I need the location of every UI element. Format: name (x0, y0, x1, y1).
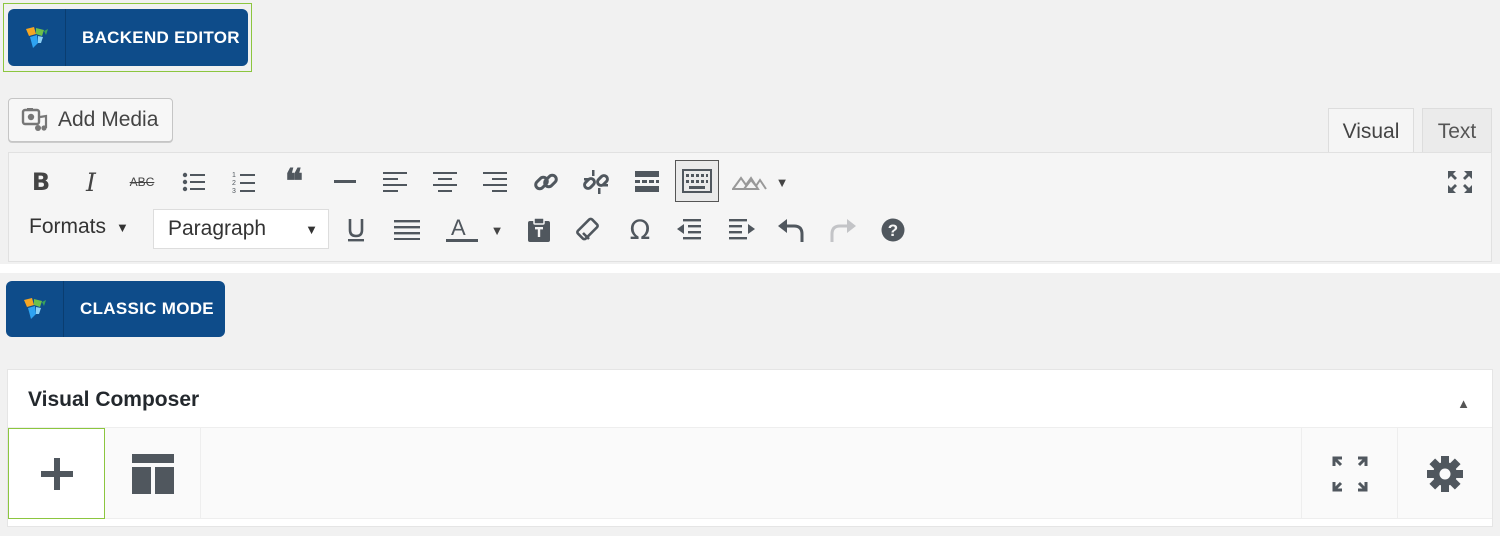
numbered-list-icon[interactable]: 123 (229, 165, 259, 199)
paragraph-value: Paragraph (168, 217, 267, 240)
add-media-button[interactable]: Add Media (8, 98, 173, 142)
formats-dropdown[interactable]: Formats ▼ (29, 215, 129, 239)
redo-icon[interactable] (826, 213, 858, 247)
svg-text:3: 3 (232, 188, 236, 194)
vc-mountain-icon[interactable]: ▼ (729, 165, 791, 199)
plus-icon (40, 457, 73, 490)
media-icon (21, 108, 48, 131)
svg-text:2: 2 (232, 180, 236, 187)
chevron-down-icon: ▼ (116, 219, 129, 235)
templates-icon (131, 453, 174, 494)
settings-button[interactable] (1398, 428, 1492, 519)
section-divider (0, 264, 1500, 273)
underline-icon[interactable] (342, 213, 370, 247)
text-color-icon[interactable]: A ▼ (439, 213, 509, 247)
unlink-icon[interactable] (580, 165, 612, 199)
align-right-icon[interactable] (480, 165, 510, 199)
backend-editor-button[interactable]: BACKEND EDITOR (8, 9, 248, 66)
help-icon[interactable]: ? (878, 213, 908, 247)
align-left-icon[interactable] (380, 165, 410, 199)
classic-mode-button[interactable]: CLASSIC MODE (6, 281, 225, 337)
align-center-icon[interactable] (430, 165, 460, 199)
visual-composer-panel: Visual Composer ▲ (7, 369, 1493, 527)
strikethrough-icon[interactable]: ABC (125, 165, 159, 199)
link-icon[interactable] (530, 165, 562, 199)
svg-text:A: A (451, 216, 466, 240)
svg-text:1: 1 (232, 172, 236, 179)
vc-logo-icon (6, 281, 64, 337)
horizontal-line-icon[interactable] (331, 165, 359, 199)
bold-icon[interactable]: B (27, 165, 55, 199)
templates-button[interactable] (105, 428, 201, 519)
indent-icon[interactable] (727, 213, 757, 247)
vc-navbar (8, 427, 1492, 519)
paste-text-icon[interactable] (524, 213, 554, 247)
clear-format-icon[interactable] (574, 213, 604, 247)
paragraph-select[interactable]: Paragraph ▼ (153, 209, 329, 249)
tab-text[interactable]: Text (1422, 108, 1492, 154)
blockquote-icon[interactable]: ❝ (279, 162, 309, 202)
special-char-icon[interactable]: Ω (625, 213, 655, 247)
chevron-down-icon: ▼ (305, 221, 318, 237)
outdent-icon[interactable] (675, 213, 705, 247)
svg-text:?: ? (888, 221, 898, 240)
collapse-toggle-icon[interactable]: ▲ (1457, 396, 1470, 411)
undo-icon[interactable] (776, 213, 808, 247)
toolbar-toggle-icon[interactable] (675, 160, 719, 202)
add-media-label: Add Media (58, 108, 159, 131)
vc-logo-icon (8, 9, 66, 66)
editor-toolbar: B I ABC 123 ❝ ▼ Formats ▼ Paragraph ▼ A … (8, 152, 1492, 262)
expand-icon (1332, 456, 1367, 491)
fullscreen-button[interactable] (1301, 428, 1398, 519)
italic-icon[interactable]: I (77, 165, 105, 199)
backend-editor-label: BACKEND EDITOR (82, 27, 240, 47)
read-more-icon[interactable] (632, 165, 662, 199)
classic-mode-label: CLASSIC MODE (80, 299, 214, 318)
panel-title: Visual Composer (28, 388, 200, 411)
bullet-list-icon[interactable] (179, 165, 209, 199)
tab-visual[interactable]: Visual (1328, 108, 1414, 154)
add-element-button[interactable] (8, 428, 105, 519)
strikethrough-label: ABC (129, 175, 155, 189)
justify-icon[interactable] (392, 213, 422, 247)
gear-icon (1427, 455, 1463, 492)
formats-label: Formats (29, 215, 107, 238)
fullscreen-icon[interactable] (1443, 165, 1477, 199)
